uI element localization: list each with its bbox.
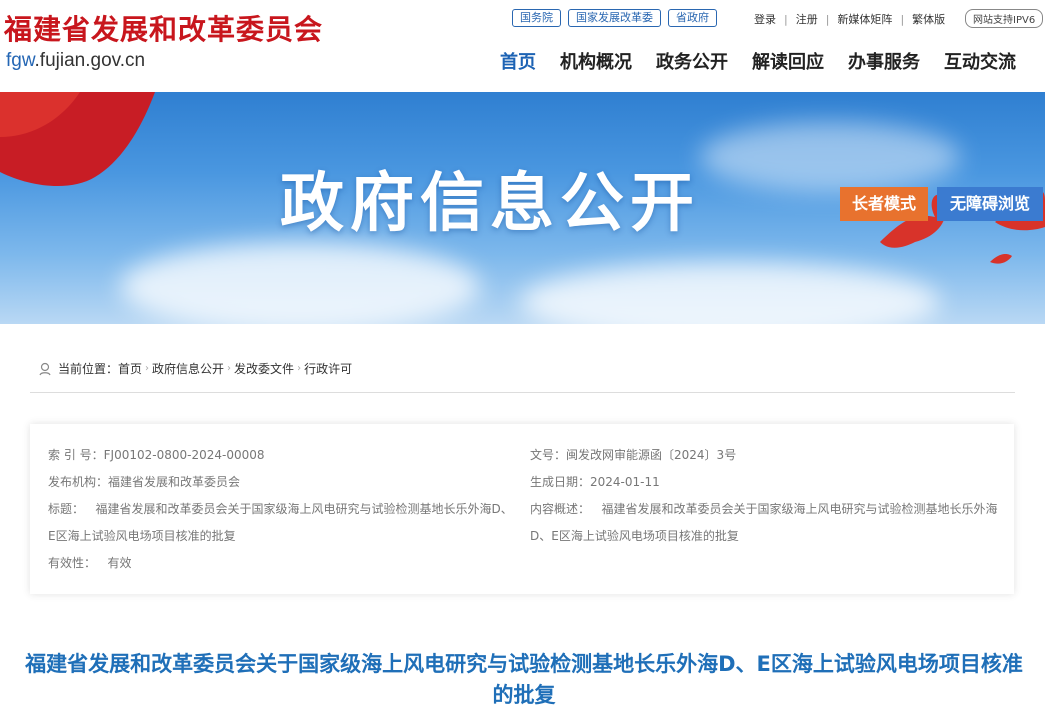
document-title: 福建省发展和改革委员会关于国家级海上风电研究与试验检测基地长乐外海D、E区海上试… [25, 652, 1023, 707]
site-domain: fgw.fujian.gov.cn [6, 50, 145, 72]
breadcrumb-label: 当前位置： [58, 362, 119, 376]
accessible-browse-button[interactable]: 无障碍浏览 [937, 187, 1043, 221]
validity-row: 有效性： 有效 [48, 550, 518, 577]
chevron-right-icon: › [227, 363, 232, 374]
main-nav: 首页 机构概况 政务公开 解读回应 办事服务 互动交流 [500, 48, 1040, 74]
publisher-label: 发布机构： [48, 475, 109, 489]
index-number-value: FJ00102-0800-2024-00008 [103, 448, 265, 462]
summary-label: 内容概述： [530, 502, 591, 516]
breadcrumb: 当前位置： 首页 › 政府信息公开 › 发改委文件 › 行政许可 [38, 360, 352, 377]
index-number-row: 索 引 号：FJ00102-0800-2024-00008 [48, 442, 518, 469]
site-logo[interactable]: 福建省发展和改革委员会 [4, 8, 323, 48]
link-provincial-gov[interactable]: 省政府 [668, 9, 717, 27]
login-link[interactable]: 登录 [754, 11, 776, 27]
nav-home[interactable]: 首页 [500, 48, 536, 74]
metadata-right: 文号：闽发改网审能源函〔2024〕3号 生成日期：2024-01-11 内容概述… [530, 442, 1005, 550]
date-label: 生成日期： [530, 475, 591, 489]
doc-number-value: 闽发改网审能源函〔2024〕3号 [566, 448, 737, 462]
nav-org-overview[interactable]: 机构概况 [560, 48, 632, 74]
date-value: 2024-01-11 [590, 475, 660, 489]
divider [30, 392, 1015, 393]
breadcrumb-admin-license[interactable]: 行政许可 [304, 360, 352, 377]
ipv6-badge: 网站支持IPV6 [965, 9, 1044, 28]
link-state-council[interactable]: 国务院 [512, 9, 561, 27]
title-value: 福建省发展和改革委员会关于国家级海上风电研究与试验检测基地长乐外海D、E区海上试… [48, 502, 513, 543]
divider: | [825, 12, 830, 26]
breadcrumb-gov-info[interactable]: 政府信息公开 [152, 360, 224, 377]
date-row: 生成日期：2024-01-11 [530, 469, 1005, 496]
doc-number-label: 文号： [530, 448, 567, 462]
nav-services[interactable]: 办事服务 [848, 48, 920, 74]
breadcrumb-home[interactable]: 首页 [118, 360, 142, 377]
divider: | [900, 12, 905, 26]
summary-row: 内容概述： 福建省发展和改革委员会关于国家级海上风电研究与试验检测基地长乐外海D… [530, 496, 1005, 550]
publisher-row: 发布机构：福建省发展和改革委员会 [48, 469, 518, 496]
document-metadata: 索 引 号：FJ00102-0800-2024-00008 发布机构：福建省发展… [30, 424, 1014, 594]
site-header: 福建省发展和改革委员会 fgw.fujian.gov.cn 国务院 国家发展改革… [0, 0, 1045, 92]
title-label: 标题： [48, 502, 85, 516]
elder-mode-button[interactable]: 长者模式 [840, 187, 928, 221]
chevron-right-icon: › [145, 363, 150, 374]
chevron-right-icon: › [297, 363, 302, 374]
site-domain-suffix: .fujian.gov.cn [34, 50, 146, 71]
nav-interpretation[interactable]: 解读回应 [752, 48, 824, 74]
new-media-link[interactable]: 新媒体矩阵 [837, 11, 892, 27]
main-content: 当前位置： 首页 › 政府信息公开 › 发改委文件 › 行政许可 索 引 号：F… [4, 324, 1041, 715]
banner: 政府信息公开 长者模式 无障碍浏览 [0, 92, 1045, 324]
summary-value: 福建省发展和改革委员会关于国家级海上风电研究与试验检测基地长乐外海D、E区海上试… [530, 502, 998, 543]
nav-gov-affairs[interactable]: 政务公开 [656, 48, 728, 74]
user-links: 登录 | 注册 | 新媒体矩阵 | 繁体版 [754, 11, 945, 27]
nav-interaction[interactable]: 互动交流 [944, 48, 1016, 74]
top-links: 国务院 国家发展改革委 省政府 [512, 9, 717, 27]
divider: | [784, 12, 788, 26]
index-number-label: 索 引 号： [48, 448, 104, 462]
doc-number-row: 文号：闽发改网审能源函〔2024〕3号 [530, 442, 1005, 469]
title-row: 标题： 福建省发展和改革委员会关于国家级海上风电研究与试验检测基地长乐外海D、E… [48, 496, 518, 550]
metadata-left: 索 引 号：FJ00102-0800-2024-00008 发布机构：福建省发展… [48, 442, 518, 577]
register-link[interactable]: 注册 [796, 11, 818, 27]
validity-label: 有效性： [48, 556, 97, 570]
site-domain-prefix: fgw [6, 50, 35, 71]
traditional-chinese-link[interactable]: 繁体版 [912, 11, 945, 27]
banner-title: 政府信息公开 [280, 167, 700, 241]
link-ndrc[interactable]: 国家发展改革委 [568, 9, 661, 27]
location-icon [39, 362, 51, 375]
publisher-value: 福建省发展和改革委员会 [108, 475, 241, 489]
breadcrumb-ndrc-docs[interactable]: 发改委文件 [234, 360, 294, 377]
validity-value: 有效 [107, 556, 132, 570]
